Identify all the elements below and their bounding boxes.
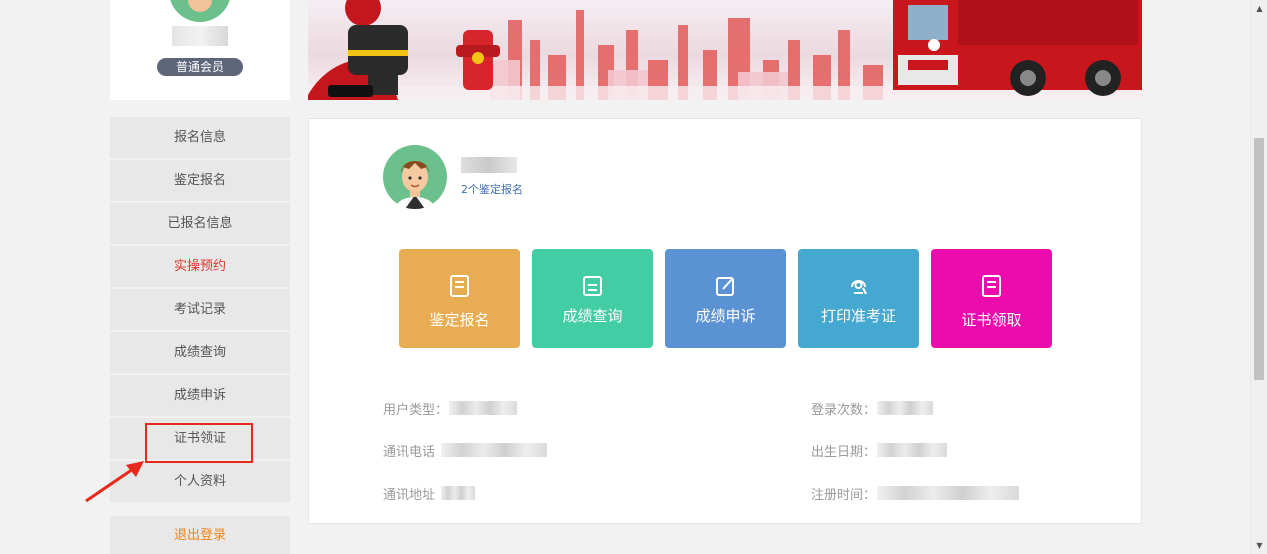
tile-score-query[interactable]: 成绩查询 [532, 249, 653, 348]
scroll-up-arrow-icon[interactable]: ▲ [1251, 0, 1267, 17]
edit-icon [716, 277, 734, 296]
tile-label: 证书领取 [961, 311, 1022, 329]
address-value-redacted [441, 486, 475, 500]
logout-button[interactable]: 退出登录 [110, 516, 290, 554]
tile-label: 打印准考证 [820, 307, 896, 325]
user-dashboard-card: 2个鉴定报名 鉴定报名 成绩查询 成绩申诉 打印准考证 证书领取 用户类型： 登… [308, 118, 1142, 524]
tile-score-appeal[interactable]: 成绩申诉 [665, 249, 786, 348]
firefighter-banner-illustration [308, 0, 1142, 100]
document-icon [450, 275, 469, 297]
phone-label: 通讯电话 [383, 445, 436, 460]
birthday-value-redacted [877, 443, 947, 457]
user-type-value-redacted [449, 401, 517, 415]
sidebar-item-registered-info[interactable]: 已报名信息 [110, 203, 290, 244]
tile-appraisal-registration[interactable]: 鉴定报名 [399, 249, 520, 348]
tile-label: 成绩申诉 [695, 307, 756, 325]
register-time-label: 注册时间： [811, 488, 877, 503]
tile-label: 成绩查询 [562, 307, 623, 325]
certificate-icon [982, 275, 1001, 297]
scroll-down-arrow-icon[interactable]: ▼ [1251, 537, 1267, 554]
register-time-value-redacted [877, 486, 1019, 500]
registration-count-link[interactable]: 2个鉴定报名 [461, 181, 523, 197]
avatar [169, 0, 231, 22]
profile-card: 普通会员 [110, 0, 290, 100]
birthday-label: 出生日期： [811, 445, 877, 460]
banner-image [308, 0, 1142, 100]
sidebar-item-exam-records[interactable]: 考试记录 [110, 289, 290, 330]
tile-certificate-collection[interactable]: 证书领取 [931, 249, 1052, 348]
page-scrollbar[interactable]: ▲ ▼ [1250, 0, 1267, 554]
sidebar-item-score-query[interactable]: 成绩查询 [110, 332, 290, 373]
tile-label: 鉴定报名 [429, 311, 490, 329]
login-count-value-redacted [877, 401, 933, 415]
address-label: 通讯地址 [383, 488, 436, 503]
login-count-label: 登录次数： [811, 403, 877, 418]
sidebar-item-practical-appointment[interactable]: 实操预约 [110, 246, 290, 287]
username-redacted [461, 157, 517, 173]
username-redacted [172, 26, 228, 46]
phone-value-redacted [441, 443, 547, 457]
sidebar-item-appraisal-registration[interactable]: 鉴定报名 [110, 160, 290, 201]
user-avatar [383, 145, 447, 209]
scrollbar-thumb[interactable] [1254, 138, 1264, 380]
member-badge: 普通会员 [157, 58, 243, 76]
print-icon [851, 280, 867, 295]
annotation-arrow-icon [85, 461, 144, 503]
sidebar-item-registration-info[interactable]: 报名信息 [110, 117, 290, 158]
annotation-highlight-box [145, 423, 253, 463]
user-type-label: 用户类型： [383, 403, 449, 418]
sidebar-item-score-appeal[interactable]: 成绩申诉 [110, 375, 290, 416]
list-icon [583, 276, 602, 296]
tile-print-admission-ticket[interactable]: 打印准考证 [798, 249, 919, 348]
